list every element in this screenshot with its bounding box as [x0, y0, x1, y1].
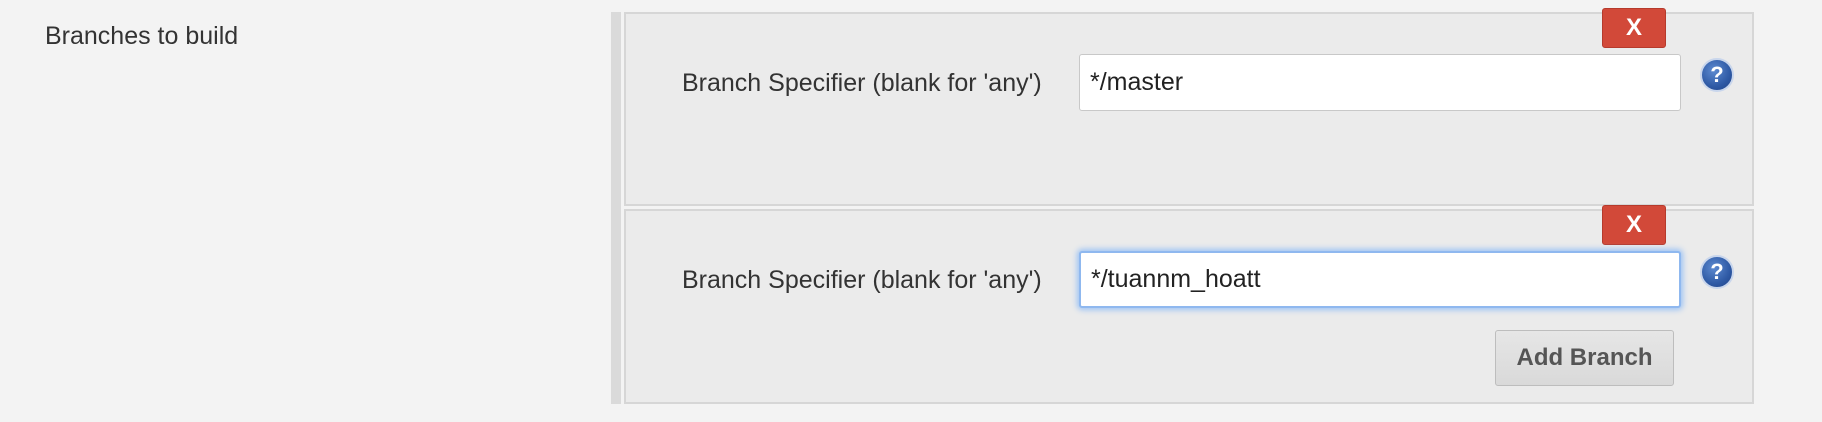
add-branch-button[interactable]: Add Branch	[1495, 330, 1674, 386]
branch-specifier-input[interactable]	[1079, 251, 1681, 308]
help-icon[interactable]: ?	[1700, 58, 1734, 92]
branches-to-build-section: Branches to build X Branch Specifier (bl…	[0, 0, 1822, 422]
repeatable-group-bar	[611, 12, 621, 404]
branch-specifier-label: Branch Specifier (blank for 'any')	[682, 69, 1042, 97]
branch-entry-2: X Branch Specifier (blank for 'any') ? A…	[624, 205, 1754, 404]
help-icon[interactable]: ?	[1700, 255, 1734, 289]
delete-branch-button[interactable]: X	[1602, 8, 1666, 48]
branch-entry-1: X Branch Specifier (blank for 'any') ?	[624, 8, 1754, 206]
branch-specifier-label: Branch Specifier (blank for 'any')	[682, 266, 1042, 294]
section-label: Branches to build	[45, 22, 239, 50]
delete-branch-button[interactable]: X	[1602, 205, 1666, 245]
branch-specifier-input[interactable]	[1079, 54, 1681, 111]
